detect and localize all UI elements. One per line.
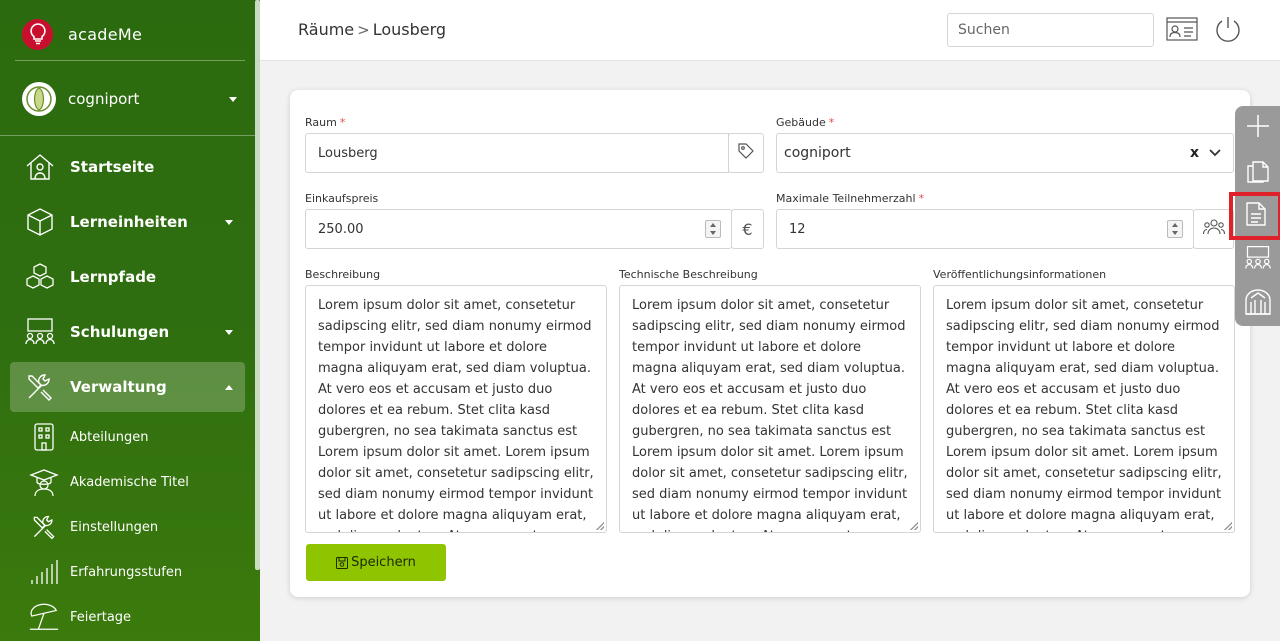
graduation-icon <box>28 466 60 498</box>
sidebar-subitem-feiertage[interactable]: Feiertage <box>28 597 243 637</box>
add-button[interactable] <box>1235 106 1280 150</box>
gebaeude-select[interactable]: cogniport x <box>776 133 1234 173</box>
building-arch-icon <box>1244 288 1272 320</box>
sidebar-subitem-erfahrungsstufen[interactable]: Erfahrungsstufen <box>28 552 243 592</box>
id-card-icon <box>1166 17 1198 45</box>
resize-handle[interactable] <box>596 522 604 530</box>
technische-beschreibung-textarea[interactable]: Lorem ipsum dolor sit amet, consetetur s… <box>619 285 921 533</box>
document-icon <box>1245 201 1267 231</box>
sidebar-item-verwaltung[interactable]: Verwaltung <box>10 362 245 412</box>
copy-icon <box>1245 157 1271 187</box>
technische-beschreibung-label: Technische Beschreibung <box>619 268 758 281</box>
profile-card-button[interactable] <box>1166 15 1198 47</box>
chevron-down-icon <box>225 219 233 225</box>
sidebar-scrollbar[interactable] <box>255 0 260 570</box>
save-icon <box>336 556 349 569</box>
chevron-down-icon <box>225 329 233 335</box>
currency-addon: € <box>731 209 764 249</box>
copy-button[interactable] <box>1235 150 1280 194</box>
sidebar-item-schulungen[interactable]: Schulungen <box>10 307 245 357</box>
save-button[interactable]: Speichern <box>306 544 446 581</box>
breadcrumb: Räume > Lousberg <box>298 20 446 39</box>
raum-label: Raum * <box>305 116 346 129</box>
org-switcher[interactable]: cogniport <box>22 82 237 116</box>
logout-button[interactable] <box>1212 15 1244 47</box>
org-name: cogniport <box>68 90 140 108</box>
breadcrumb-parent[interactable]: Räume <box>298 20 354 39</box>
chevron-down-icon <box>229 96 237 102</box>
details-button[interactable] <box>1229 192 1280 240</box>
top-header: Räume > Lousberg <box>260 0 1280 61</box>
cubes-icon <box>22 259 58 295</box>
breadcrumb-separator: > <box>357 20 370 39</box>
group-icon <box>1202 218 1225 240</box>
classroom-icon <box>22 314 58 350</box>
building-button[interactable] <box>1235 282 1280 326</box>
gebaeude-label: Gebäude * <box>776 116 835 129</box>
beschreibung-textarea[interactable]: Lorem ipsum dolor sit amet, consetetur s… <box>305 285 607 533</box>
rooms-button[interactable] <box>1235 238 1280 282</box>
chevron-up-icon <box>225 384 233 390</box>
sidebar-item-startseite[interactable]: Startseite <box>10 142 245 192</box>
plus-icon <box>1246 114 1270 142</box>
sidebar-subitem-abteilungen[interactable]: Abteilungen <box>28 417 243 457</box>
number-stepper[interactable] <box>705 220 721 238</box>
breadcrumb-current: Lousberg <box>372 20 447 39</box>
org-logo-icon <box>22 82 56 116</box>
resize-handle[interactable] <box>1224 522 1232 530</box>
power-icon <box>1214 15 1242 47</box>
resize-handle[interactable] <box>910 522 918 530</box>
number-stepper[interactable] <box>1167 220 1183 238</box>
einkaufspreis-label: Einkaufspreis <box>305 192 379 205</box>
sidebar-subitem-einstellungen[interactable]: Einstellungen <box>28 507 243 547</box>
lightbulb-logo-icon <box>22 18 53 50</box>
divider <box>0 135 255 136</box>
euro-icon: € <box>742 219 753 239</box>
cube-icon <box>22 204 58 240</box>
beach-umbrella-icon <box>28 601 60 633</box>
tools-icon <box>28 511 60 543</box>
teilnehmer-label: Maximale Teilnehmerzahl * <box>776 192 925 205</box>
house-icon <box>22 149 58 185</box>
brand[interactable]: acadeMe <box>22 18 142 50</box>
tag-icon <box>737 142 755 164</box>
sidebar-subitem-akademische-titel[interactable]: Akademische Titel <box>28 462 243 502</box>
participants-addon <box>1193 209 1234 249</box>
sidebar-item-lerneinheiten[interactable]: Lerneinheiten <box>10 197 245 247</box>
sidebar-item-lernpfade[interactable]: Lernpfade <box>10 252 245 302</box>
classroom-icon <box>1243 244 1273 276</box>
sidebar: acadeMe cogniport Startseite Lerneinheit… <box>0 0 260 641</box>
einkaufspreis-input[interactable]: 250.00 <box>305 209 732 249</box>
room-form-card: Raum * Lousberg Gebäude * cogniport x Eink… <box>290 90 1250 597</box>
teilnehmer-input[interactable]: 12 <box>776 209 1194 249</box>
tag-button[interactable] <box>728 133 764 173</box>
building-icon <box>28 421 60 453</box>
bars-icon <box>28 556 60 588</box>
chevron-down-icon[interactable] <box>1209 145 1221 161</box>
search-input[interactable] <box>947 13 1154 47</box>
clear-selection-button[interactable]: x <box>1190 145 1199 161</box>
beschreibung-label: Beschreibung <box>305 268 381 281</box>
raum-input[interactable]: Lousberg <box>305 133 729 173</box>
app-name: acadeMe <box>68 24 143 44</box>
action-rail <box>1229 106 1280 326</box>
tools-icon <box>22 369 58 405</box>
veroeffentlichung-label: Veröffentlichungsinformationen <box>933 268 1107 281</box>
divider <box>15 60 245 61</box>
veroeffentlichung-textarea[interactable]: Lorem ipsum dolor sit amet, consetetur s… <box>933 285 1235 533</box>
